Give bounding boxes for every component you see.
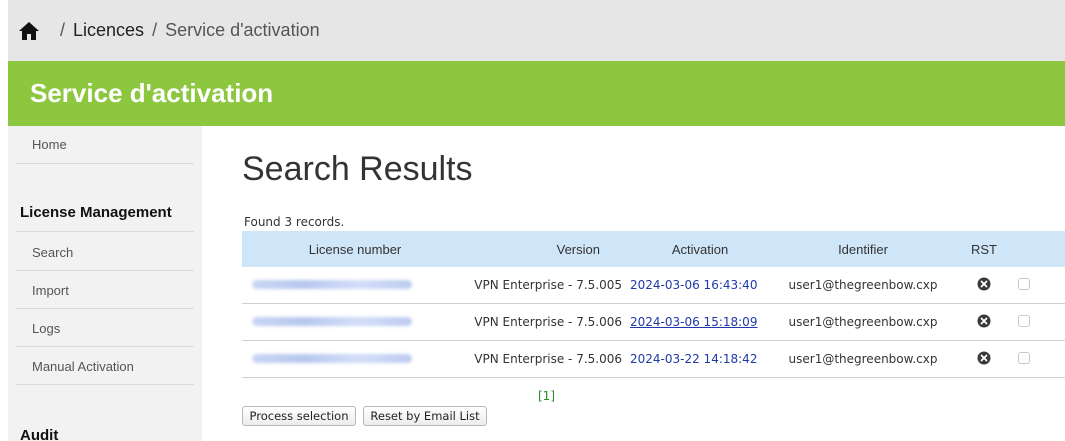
results-table: License number Version Activation Identi… [242, 231, 1065, 378]
select-cell [1012, 351, 1065, 367]
table-header: License number Version Activation Identi… [242, 231, 1065, 267]
sidebar-divider [16, 384, 194, 385]
activation-link[interactable]: 2024-03-06 16:43:40 [630, 278, 770, 292]
license-number-redacted [242, 352, 468, 366]
sidebar-heading-license-management: License Management [20, 204, 172, 221]
column-header-license-number: License number [308, 241, 402, 257]
license-number-redacted [242, 278, 468, 292]
sidebar-divider [16, 231, 194, 232]
sidebar-item-home[interactable]: Home [8, 137, 202, 152]
column-header-rst: RST [971, 241, 997, 257]
license-number-redacted [242, 315, 468, 329]
page-title: Search Results [242, 150, 473, 188]
column-header-activation: Activation [671, 241, 729, 257]
sidebar-divider [16, 163, 194, 164]
breadcrumb-licences-link[interactable]: Licences [73, 20, 144, 41]
reset-by-email-list-button[interactable]: Reset by Email List [363, 406, 487, 426]
records-count: Found 3 records. [244, 215, 345, 229]
row-checkbox[interactable] [1018, 314, 1030, 327]
identifier-cell: user1@thegreenbow.cxp [788, 352, 938, 366]
column-header-version: Version [556, 241, 600, 257]
redacted-value [252, 280, 412, 289]
breadcrumb-separator: / [152, 20, 158, 40]
sidebar-divider [16, 308, 194, 309]
table-row: VPN Enterprise - 7.5.006 2024-03-06 15:1… [242, 304, 1065, 341]
breadcrumb: / Licences / Service d'activation [8, 0, 1065, 61]
identifier-cell: user1@thegreenbow.cxp [788, 315, 938, 329]
pagination-link[interactable]: [1] [538, 389, 555, 403]
sidebar-item-manual-activation[interactable]: Manual Activation [8, 359, 202, 374]
select-cell [1012, 277, 1065, 293]
row-checkbox[interactable] [1018, 351, 1030, 364]
breadcrumb-current: Service d'activation [165, 20, 320, 40]
sidebar-divider [16, 270, 194, 271]
activation-link[interactable]: 2024-03-06 15:18:09 [630, 315, 770, 329]
sidebar-heading-audit: Audit [20, 427, 59, 441]
banner-title: Service d'activation [30, 78, 274, 108]
x-circle-icon[interactable] [977, 277, 991, 291]
x-circle-icon[interactable] [977, 314, 991, 328]
sidebar-item-logs[interactable]: Logs [8, 321, 202, 336]
column-header-identifier: Identifier [838, 241, 888, 257]
sidebar-divider [16, 346, 194, 347]
redacted-value [252, 354, 412, 363]
identifier-cell: user1@thegreenbow.cxp [788, 278, 938, 292]
main-content: Search Results Found 3 records. License … [202, 126, 1065, 441]
home-icon[interactable] [18, 21, 40, 41]
activation-link[interactable]: 2024-03-22 14:18:42 [630, 352, 770, 366]
breadcrumb-separator: / [60, 20, 66, 40]
reset-cell [956, 314, 1012, 331]
sidebar-item-search[interactable]: Search [8, 245, 202, 260]
select-cell [1012, 314, 1065, 330]
version-cell: VPN Enterprise - 7.5.006 [474, 352, 622, 366]
table-row: VPN Enterprise - 7.5.005 2024-03-06 16:4… [242, 267, 1065, 304]
process-selection-button[interactable]: Process selection [242, 406, 356, 426]
version-cell: VPN Enterprise - 7.5.006 [474, 315, 622, 329]
version-cell: VPN Enterprise - 7.5.005 [474, 278, 622, 292]
table-row: VPN Enterprise - 7.5.006 2024-03-22 14:1… [242, 341, 1065, 378]
reset-cell [956, 277, 1012, 294]
redacted-value [252, 317, 412, 326]
app-banner: Service d'activation [8, 61, 1065, 126]
reset-cell [956, 351, 1012, 368]
sidebar-item-import[interactable]: Import [8, 283, 202, 298]
sidebar: Home License Management Search Import Lo… [8, 126, 202, 441]
row-checkbox[interactable] [1018, 277, 1030, 290]
x-circle-icon[interactable] [977, 351, 991, 365]
